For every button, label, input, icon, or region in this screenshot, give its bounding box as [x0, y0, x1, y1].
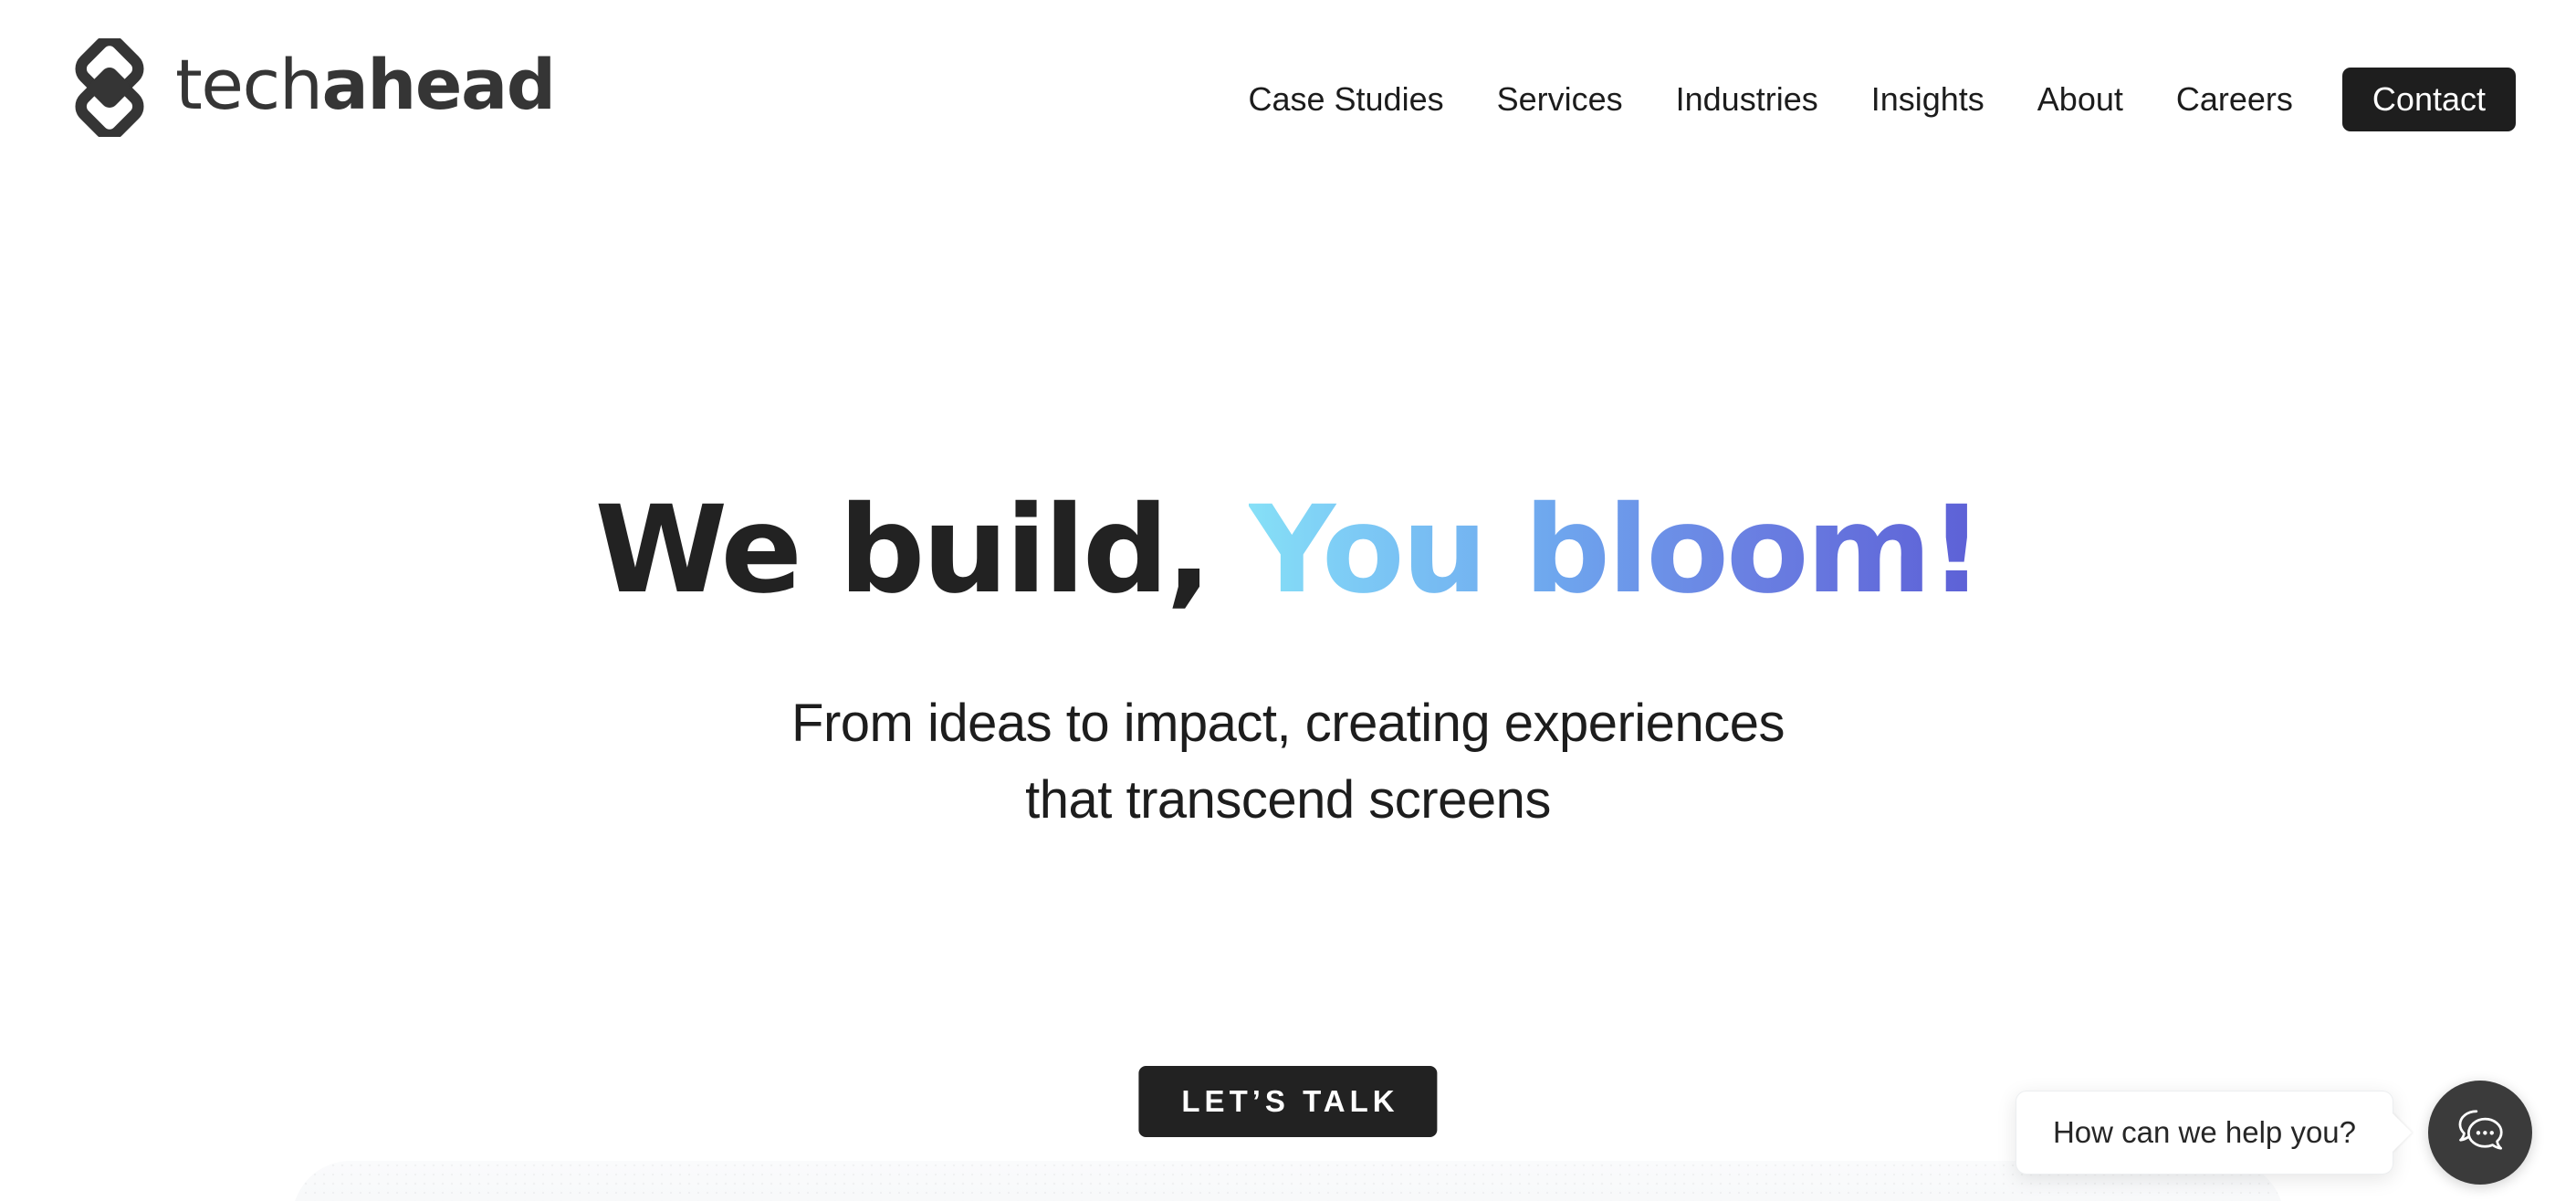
nav-item-services[interactable]: Services	[1471, 68, 1649, 131]
hero-headline: We build, You bloom!	[0, 483, 2576, 619]
hero-headline-dark: We build,	[594, 480, 1212, 621]
chat-open-button[interactable]	[2428, 1081, 2532, 1185]
chat-widget: How can we help you?	[2015, 1081, 2532, 1185]
hero-section: We build, You bloom! From ideas to impac…	[0, 188, 2576, 1155]
hero-headline-accent: You bloom!	[1248, 480, 1984, 621]
contact-button[interactable]: Contact	[2341, 68, 2516, 131]
chat-tooltip[interactable]: How can we help you?	[2015, 1091, 2393, 1175]
brand-name-light: tech	[175, 44, 323, 125]
brand-wordmark: techahead	[175, 50, 556, 125]
chat-tooltip-text: How can we help you?	[2052, 1115, 2356, 1149]
main-navigation: Case Studies Services Industries Insight…	[1221, 68, 2516, 131]
brand-logo-link[interactable]: techahead	[60, 38, 556, 137]
nav-item-careers[interactable]: Careers	[2150, 68, 2319, 131]
chat-bubbles-icon	[2458, 1110, 2503, 1150]
nav-item-case-studies[interactable]: Case Studies	[1221, 68, 1470, 131]
techahead-diamond-logo-icon	[75, 38, 144, 137]
site-header: techahead Case Studies Services Industri…	[0, 0, 2576, 188]
hero-subheadline-line-2: that transcend screens	[1025, 770, 1551, 830]
next-section-panel-peek	[292, 1161, 2284, 1201]
lets-talk-button[interactable]: LET’S TALK	[1138, 1066, 1438, 1137]
hero-subheadline: From ideas to impact, creating experienc…	[0, 685, 2576, 839]
nav-item-about[interactable]: About	[2011, 68, 2150, 131]
page-root: techahead Case Studies Services Industri…	[0, 0, 2576, 1201]
nav-item-industries[interactable]: Industries	[1649, 68, 1845, 131]
nav-item-insights[interactable]: Insights	[1845, 68, 2011, 131]
brand-name-bold: ahead	[321, 44, 557, 125]
hero-subheadline-line-1: From ideas to impact, creating experienc…	[791, 694, 1785, 753]
